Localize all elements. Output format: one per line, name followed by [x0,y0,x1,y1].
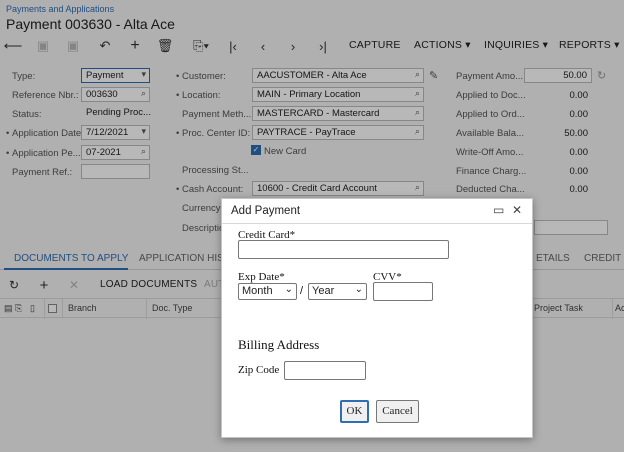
exp-month-select[interactable]: Month ⌄ [238,283,297,300]
exp-year-select[interactable]: Year ⌄ [308,283,367,300]
ok-button[interactable]: OK [340,400,369,423]
maximize-icon[interactable]: ▭ [493,203,504,217]
chevron-down-icon: ⌄ [284,284,293,295]
exp-year-value: Year [312,285,335,297]
add-payment-dialog: Add Payment ▭ ✕ Credit Card* Exp Date* M… [221,198,533,438]
date-separator: / [300,285,304,297]
chevron-down-icon: ⌄ [354,284,363,295]
cvv-input[interactable] [373,282,433,301]
credit-card-input[interactable] [238,240,449,259]
dialog-title: Add Payment [231,205,301,217]
billing-address-heading: Billing Address [238,337,320,352]
exp-month-value: Month [242,285,273,297]
zip-code-label: Zip Code [238,364,280,376]
dialog-divider [222,223,532,224]
zip-code-input[interactable] [284,361,366,380]
close-icon[interactable]: ✕ [512,203,522,217]
exp-date-label: Exp Date* [238,271,285,283]
cancel-button[interactable]: Cancel [376,400,419,423]
